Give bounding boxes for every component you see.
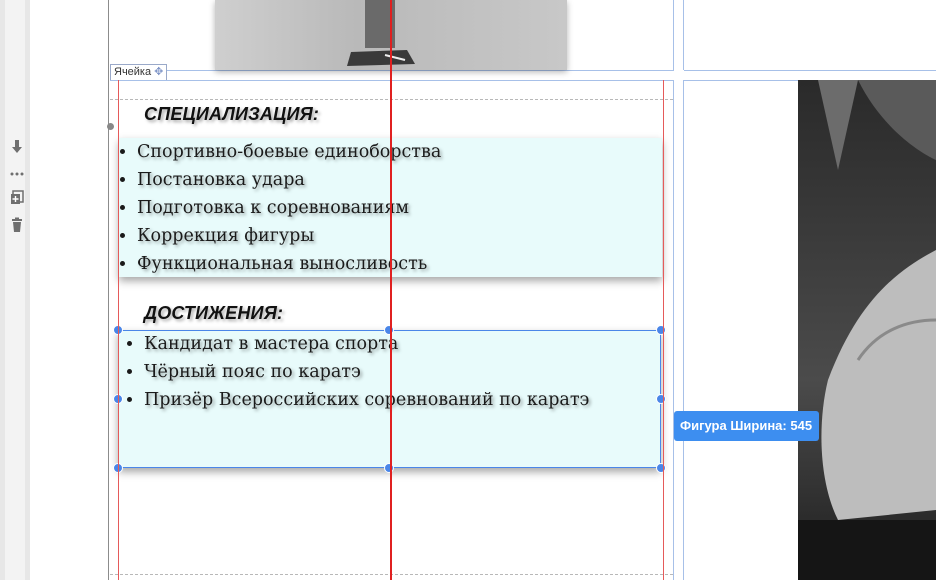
list-item: Коррекция фигуры	[137, 222, 662, 250]
resize-handle-bottom[interactable]	[384, 463, 394, 473]
delete-icon[interactable]	[9, 217, 25, 233]
right-guide	[663, 80, 664, 580]
achievements-heading: ДОСТИЖЕНИЯ:	[144, 303, 284, 323]
center-guide	[390, 0, 392, 580]
cell-border-bottom	[110, 70, 674, 71]
list-item: Спортивно-боевые единоборства	[137, 138, 662, 166]
page-border-left	[108, 0, 109, 580]
add-block-icon[interactable]	[9, 190, 25, 206]
resize-handle-right[interactable]	[656, 394, 666, 404]
cell-label[interactable]: Ячейка ✥	[110, 64, 168, 81]
resize-handle-top-right[interactable]	[656, 325, 666, 335]
trainer-photo-right[interactable]	[798, 80, 936, 580]
resize-handle-top[interactable]	[384, 325, 394, 335]
cell-border-right	[673, 80, 674, 580]
cell-label-text: Ячейка	[114, 66, 152, 78]
list-item: Постановка удара	[137, 166, 662, 194]
cell-border-top	[110, 80, 674, 81]
cell-border-right	[673, 0, 674, 70]
size-tooltip: Фигура Ширина: 545	[674, 411, 819, 441]
more-dots-icon[interactable]	[9, 166, 25, 182]
left-guide	[118, 80, 119, 580]
resize-handle-bottom-right[interactable]	[656, 463, 666, 473]
cell-border-bottom	[684, 70, 936, 71]
specialization-heading: СПЕЦИАЛИЗАЦИЯ:	[144, 104, 320, 124]
list-item: Подготовка к соревнованиям	[137, 194, 662, 222]
margin-handle[interactable]	[107, 123, 114, 130]
list-item: Функциональная выносливость	[137, 250, 662, 278]
editor-gutter-inner	[5, 0, 25, 580]
cell-border-left	[683, 0, 684, 70]
cell-border-left	[683, 80, 684, 580]
move-down-icon[interactable]	[9, 139, 25, 155]
move-handle-icon[interactable]: ✥	[154, 66, 163, 78]
